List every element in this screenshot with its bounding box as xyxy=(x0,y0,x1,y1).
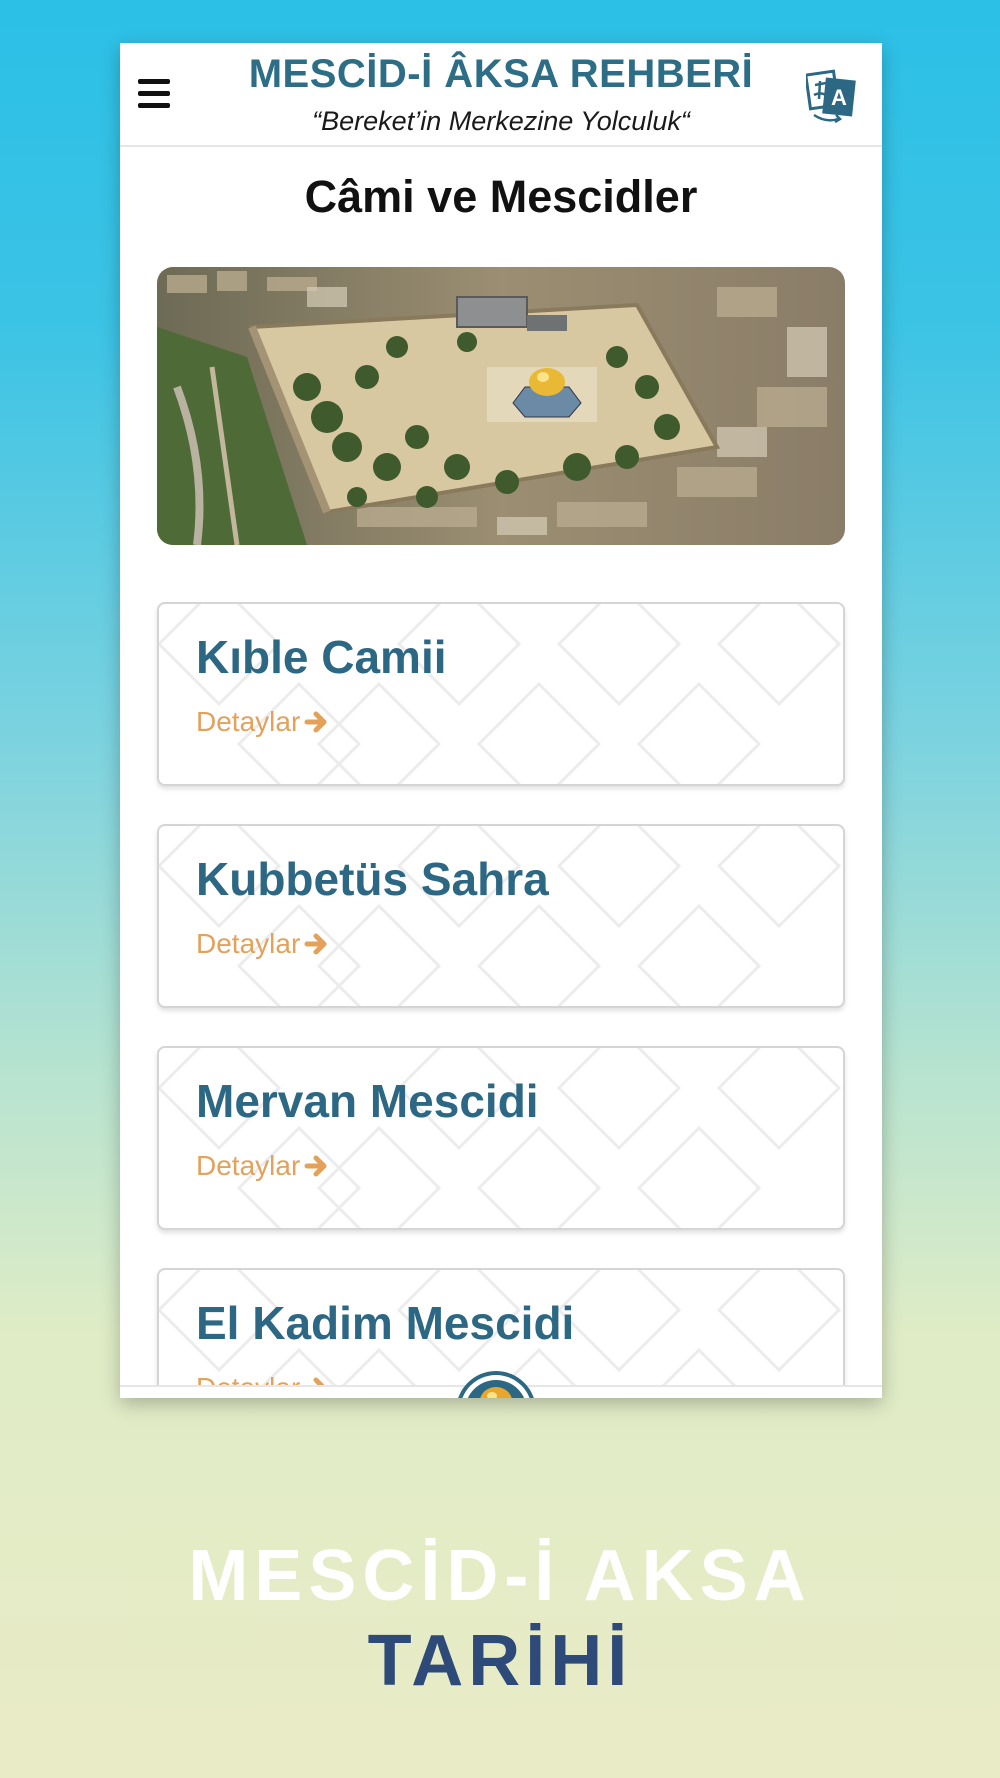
details-label: Detaylar xyxy=(196,706,301,737)
card-title: Kubbetüs Sahra xyxy=(196,853,549,905)
details-label: Detaylar xyxy=(196,928,301,959)
translate-icon[interactable]: A xyxy=(804,65,858,125)
arrow-right-icon xyxy=(304,711,327,733)
svg-text:A: A xyxy=(831,85,847,110)
card-kubbetus-sahra[interactable]: Kubbetüs Sahra Detaylar xyxy=(157,824,845,1008)
app-screen: MESCİD-İ ÂKSA REHBERİ “Bereket’in Merkez… xyxy=(120,43,882,1398)
card-kible-camii[interactable]: Kıble Camii Detaylar xyxy=(157,602,845,786)
card-title: Mervan Mescidi xyxy=(196,1075,539,1127)
card-mervan-mescidi[interactable]: Mervan Mescidi Detaylar xyxy=(157,1046,845,1230)
card-title: Kıble Camii xyxy=(196,631,447,683)
details-link[interactable]: Detaylar xyxy=(196,928,330,960)
card-title: El Kadim Mescidi xyxy=(196,1297,575,1349)
app-title: MESCİD-İ ÂKSA REHBERİ xyxy=(248,52,754,96)
details-link[interactable]: Detaylar xyxy=(196,1150,330,1182)
arrow-right-icon xyxy=(304,933,327,955)
details-link[interactable]: Detaylar xyxy=(196,706,330,738)
app-bar: MESCİD-İ ÂKSA REHBERİ “Bereket’in Merkez… xyxy=(120,43,882,147)
page-title: Câmi ve Mescidler xyxy=(304,171,698,222)
hero-image xyxy=(157,267,845,545)
arrow-right-icon xyxy=(304,1155,327,1177)
app-subtitle: “Bereket’in Merkezine Yolculuk“ xyxy=(312,106,690,136)
promo-heading-line1: MESCİD-İ AKSA xyxy=(188,1536,812,1616)
details-label: Detaylar xyxy=(196,1150,301,1181)
promo-heading-line2: TARİHİ xyxy=(367,1621,633,1701)
